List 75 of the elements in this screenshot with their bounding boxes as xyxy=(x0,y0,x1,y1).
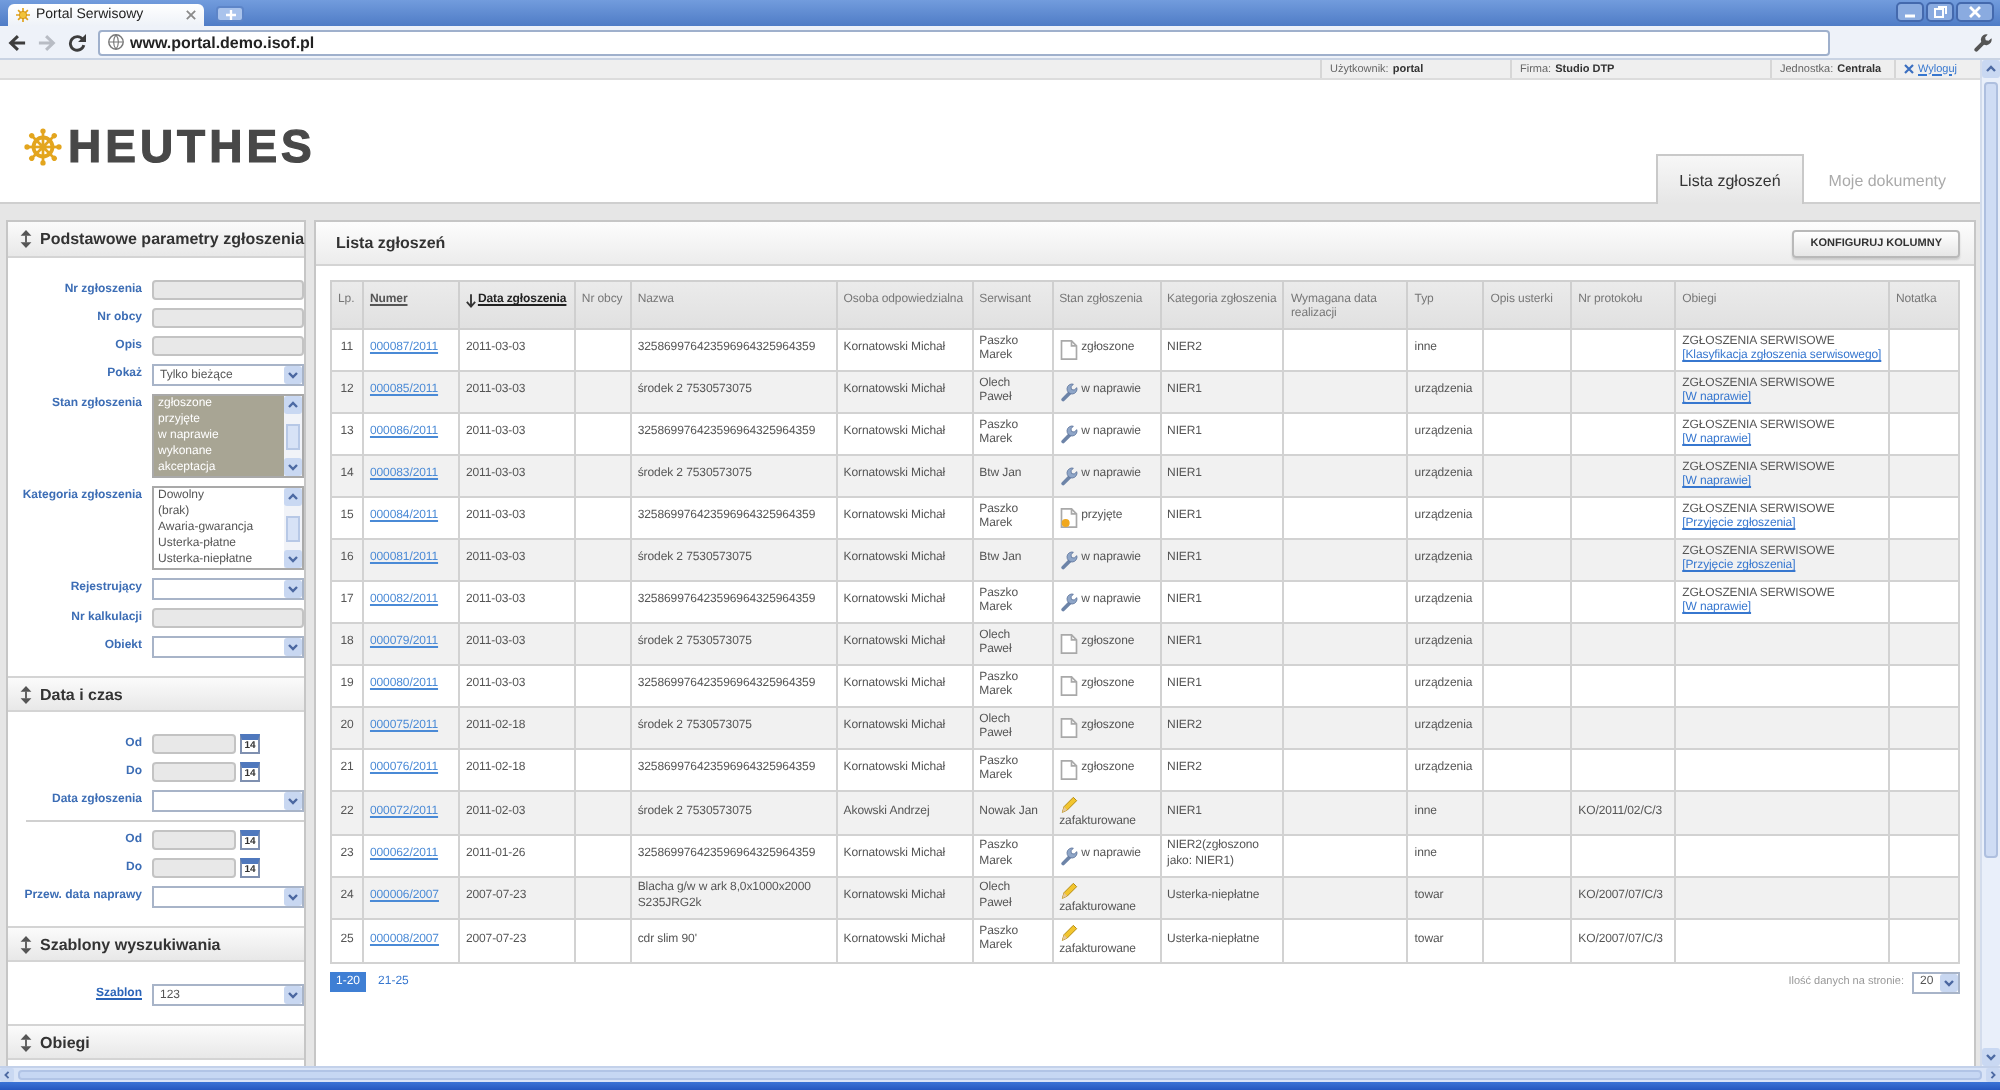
document-icon xyxy=(1059,760,1078,780)
caret-icon xyxy=(284,792,302,810)
scroll-thumb[interactable] xyxy=(286,515,300,541)
scroll-up-icon[interactable] xyxy=(1982,60,2000,78)
caret-icon xyxy=(1940,973,1958,991)
wrench-icon xyxy=(1059,845,1078,865)
section-header[interactable]: Data i czas xyxy=(8,676,304,712)
scroll-down-icon[interactable] xyxy=(284,458,302,476)
up-down-arrow-icon xyxy=(20,230,32,248)
date-input[interactable] xyxy=(152,734,236,754)
date-input[interactable] xyxy=(152,762,236,782)
tab[interactable]: Lista zgłoszeń xyxy=(1655,154,1805,204)
date-input[interactable] xyxy=(152,830,236,850)
select-field[interactable] xyxy=(152,636,304,658)
scroll-left-icon[interactable] xyxy=(0,1068,14,1082)
horizontal-scrollbar[interactable] xyxy=(0,1066,2000,1082)
caret-icon xyxy=(284,366,302,384)
address-field[interactable]: www.portal.demo.isof.pl xyxy=(98,29,1830,55)
up-down-arrow-icon xyxy=(20,935,32,953)
text-input[interactable] xyxy=(152,608,304,628)
up-down-arrow-icon xyxy=(20,1033,32,1051)
wrench-icon xyxy=(1059,466,1078,486)
back-arrow-icon[interactable] xyxy=(8,33,26,51)
caret-icon xyxy=(284,580,302,598)
scroll-thumb[interactable] xyxy=(1984,82,1998,858)
scroll-down-icon[interactable] xyxy=(1982,1048,2000,1066)
pencil-icon xyxy=(1059,879,1078,899)
select-field[interactable] xyxy=(152,886,304,908)
text-input[interactable] xyxy=(152,280,304,300)
select-field[interactable] xyxy=(152,578,304,600)
plus-icon xyxy=(225,9,235,19)
scroll-thumb[interactable] xyxy=(286,423,300,449)
scroll-thumb[interactable] xyxy=(18,1070,1982,1080)
section-header[interactable]: Podstawowe parametry zgłoszenia xyxy=(8,222,304,258)
close-icon[interactable] xyxy=(186,10,196,20)
text-input[interactable] xyxy=(152,336,304,356)
scroll-right-icon[interactable] xyxy=(1986,1068,2000,1082)
wrench-icon xyxy=(1059,592,1078,612)
document-icon xyxy=(1059,634,1078,654)
minimize-icon[interactable] xyxy=(1896,2,1924,22)
scroll-up-icon[interactable] xyxy=(284,488,302,506)
select-field[interactable] xyxy=(152,790,304,812)
caret-icon xyxy=(284,986,302,1004)
wrench-icon xyxy=(1059,424,1078,444)
date-input[interactable] xyxy=(152,858,236,878)
scroll-up-icon[interactable] xyxy=(284,396,302,414)
vertical-scrollbar[interactable] xyxy=(1980,60,2000,1066)
listbox-scrollbar[interactable] xyxy=(284,488,302,568)
up-down-arrow-icon xyxy=(20,685,32,703)
scroll-down-icon[interactable] xyxy=(284,550,302,568)
document-icon xyxy=(1059,718,1078,738)
document-badge-icon xyxy=(1059,508,1078,528)
pencil-icon xyxy=(1059,794,1078,814)
reload-icon[interactable] xyxy=(68,33,86,51)
logo-text: HEUTHES xyxy=(68,124,316,170)
pencil-icon xyxy=(1059,922,1078,942)
caret-icon xyxy=(284,638,302,656)
caret-icon xyxy=(284,888,302,906)
restore-icon[interactable] xyxy=(1926,2,1954,22)
panel-title: Lista zgłoszeń xyxy=(336,234,446,252)
section-header[interactable]: Obiegi xyxy=(8,1024,304,1060)
close-icon[interactable] xyxy=(1956,2,1994,22)
wrench-icon xyxy=(1059,550,1078,570)
new-tab-button[interactable] xyxy=(216,6,244,22)
wrench-icon xyxy=(1059,382,1078,402)
document-icon xyxy=(1059,340,1078,360)
sun-icon xyxy=(16,8,30,22)
document-icon xyxy=(1059,676,1078,696)
listbox-scrollbar[interactable] xyxy=(284,396,302,476)
globe-icon xyxy=(108,34,124,50)
close-icon[interactable] xyxy=(1904,64,1914,74)
wheel-icon xyxy=(24,128,62,166)
section-header[interactable]: Szablony wyszukiwania xyxy=(8,926,304,962)
text-input[interactable] xyxy=(152,308,304,328)
wrench-icon[interactable] xyxy=(1974,33,1992,51)
